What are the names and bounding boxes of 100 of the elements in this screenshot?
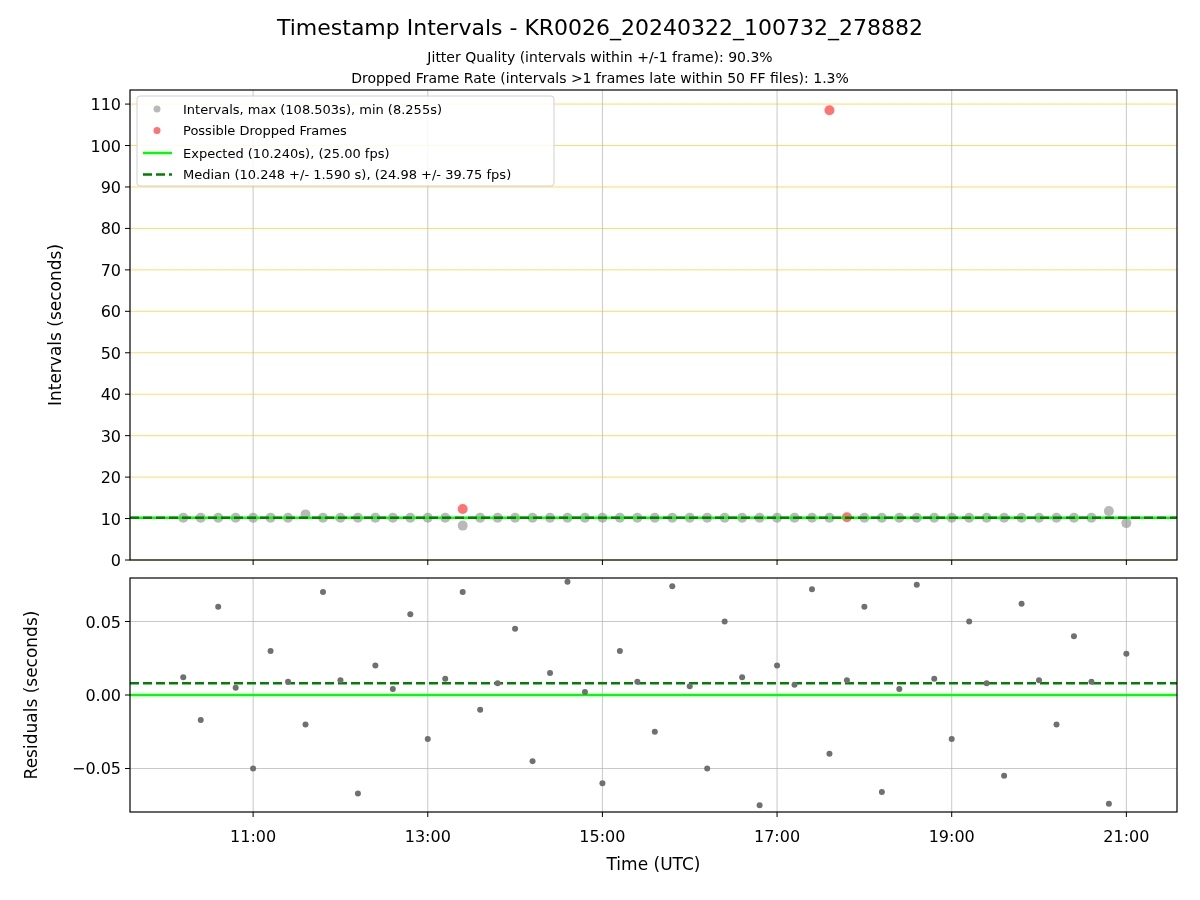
data-point — [213, 512, 224, 523]
data-point — [547, 669, 553, 676]
data-point — [772, 512, 783, 523]
tick-label: 13:00 — [404, 827, 451, 846]
data-point — [948, 736, 955, 743]
data-point — [1123, 650, 1130, 657]
data-point — [878, 789, 885, 795]
data-point — [562, 512, 573, 523]
axis-label: Intervals (seconds) — [45, 243, 65, 407]
tick-label: 40 — [100, 385, 121, 405]
chart-subtitle: Dropped Frame Rate (intervals >1 frames late within 50 FF files): 1.3% — [351, 69, 849, 88]
data-point — [739, 674, 746, 681]
data-point — [911, 512, 922, 523]
chart-title: Timestamp Intervals - KR0026_20240322_100732_278882 — [276, 14, 924, 43]
data-point — [896, 686, 903, 693]
data-point — [494, 680, 501, 687]
data-point — [614, 512, 625, 523]
tick-label: 70 — [100, 260, 121, 280]
data-point — [702, 512, 713, 523]
legend-label: Possible Dropped Frames — [183, 123, 347, 138]
data-point — [581, 689, 588, 696]
legend-label: Median (10.248 +/- 1.590 s), (24.98 +/- 39.75 fps) — [183, 167, 512, 182]
data-point — [861, 603, 868, 610]
data-point — [789, 512, 800, 523]
data-point — [1070, 633, 1077, 640]
data-point — [843, 677, 850, 684]
data-point — [492, 512, 503, 523]
data-point — [372, 662, 379, 669]
data-point — [457, 504, 468, 514]
data-point — [320, 589, 326, 596]
tick-label: 90 — [100, 178, 121, 197]
tick-label: 110 — [90, 95, 121, 115]
data-point — [475, 512, 486, 523]
data-point — [824, 512, 835, 523]
axis-label: Residuals (seconds) — [21, 610, 41, 780]
legend-line-icon — [143, 173, 172, 176]
data-point — [983, 680, 990, 687]
data-point — [721, 618, 728, 625]
tick-label: 50 — [100, 343, 121, 363]
data-point — [267, 647, 274, 654]
data-point — [913, 581, 920, 588]
data-point — [457, 520, 468, 531]
data-point — [1053, 721, 1060, 728]
tick-label: 0.05 — [85, 612, 121, 632]
data-point — [180, 674, 187, 681]
data-point — [250, 765, 257, 772]
tick-label: 20 — [100, 468, 121, 488]
data-point — [389, 686, 396, 693]
tick-label: 0 — [110, 551, 121, 568]
data-point — [719, 512, 730, 523]
data-point — [809, 586, 815, 593]
data-point — [1121, 518, 1132, 529]
data-point — [440, 512, 451, 523]
axis-label: Time (UTC) — [606, 854, 701, 874]
data-point — [1086, 512, 1097, 523]
data-point — [302, 721, 309, 728]
data-point — [1105, 800, 1112, 807]
data-point — [529, 758, 536, 765]
data-point — [283, 512, 294, 523]
data-point — [442, 675, 449, 682]
data-point — [634, 678, 641, 685]
data-point — [966, 618, 973, 625]
legend-label: Expected (10.240s), (25.00 fps) — [183, 145, 390, 161]
tick-label: 11:00 — [230, 827, 277, 846]
tick-label: −0.05 — [71, 759, 121, 779]
data-point — [354, 790, 361, 797]
data-point — [352, 512, 363, 523]
tick-label: 21:00 — [1103, 827, 1150, 846]
data-point — [387, 512, 398, 523]
legend-line-icon — [143, 151, 172, 155]
data-point — [894, 512, 905, 523]
tick-label: 17:00 — [754, 827, 801, 846]
data-point — [1103, 506, 1114, 517]
tick-label: 100 — [90, 136, 121, 156]
data-point — [285, 678, 292, 685]
data-point — [1051, 512, 1062, 523]
data-point — [1036, 677, 1043, 684]
data-point — [459, 589, 466, 596]
data-point — [824, 105, 835, 116]
tick-label: 80 — [100, 219, 121, 239]
data-point — [597, 512, 608, 523]
data-point — [527, 512, 538, 523]
data-point — [999, 512, 1010, 523]
data-point — [737, 512, 748, 523]
data-point — [405, 512, 416, 523]
data-point — [1001, 772, 1008, 779]
data-point — [335, 512, 346, 523]
data-point — [337, 677, 344, 684]
data-point — [686, 683, 693, 690]
tick-label: 0.00 — [85, 686, 121, 705]
chart-subtitle: Jitter Quality (intervals within +/-1 frame): 90.3% — [427, 48, 773, 67]
tick-label: 60 — [100, 302, 121, 322]
data-point — [876, 512, 887, 523]
data-point — [545, 512, 555, 523]
data-point — [512, 625, 519, 632]
data-point — [931, 675, 938, 682]
data-point — [579, 512, 590, 523]
legend-marker-icon — [153, 127, 161, 134]
data-point — [981, 512, 992, 523]
data-point — [422, 512, 433, 523]
